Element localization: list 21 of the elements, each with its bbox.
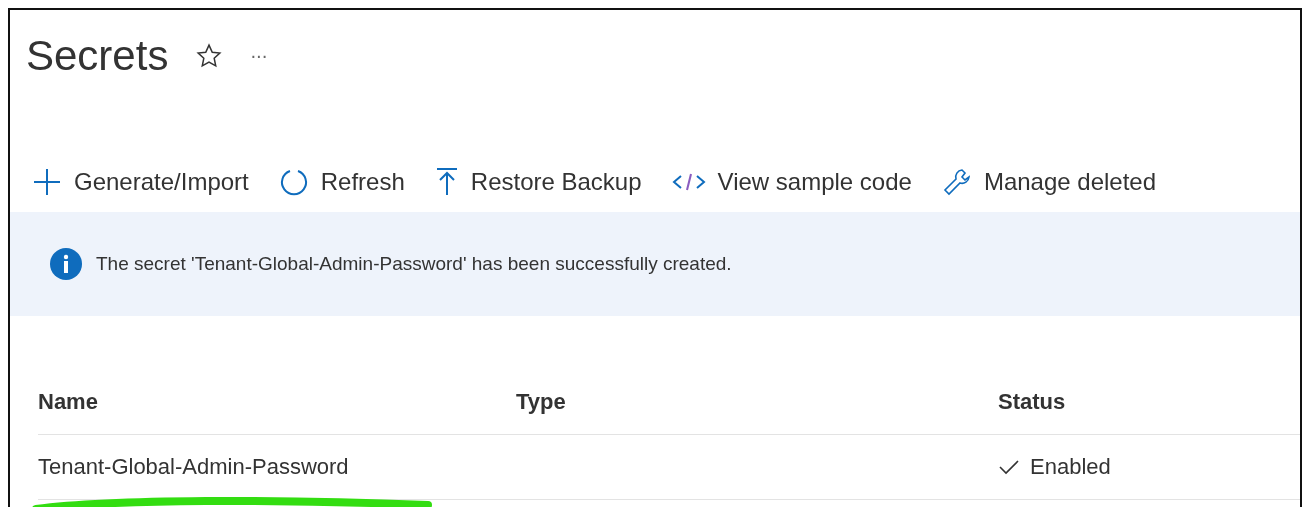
refresh-icon <box>278 167 309 197</box>
table-cell: Enabled <box>998 454 1300 480</box>
star-icon[interactable] <box>196 43 223 69</box>
upload-icon <box>434 167 459 197</box>
toolbar-button[interactable]: View sample code <box>671 168 912 196</box>
toolbar-button[interactable]: Refresh <box>278 167 405 197</box>
info-icon <box>50 248 82 280</box>
toolbar-button[interactable]: Generate/Import <box>32 167 249 197</box>
toolbar-button[interactable]: Manage deleted <box>941 167 1157 197</box>
column-header: Status <box>998 389 1067 415</box>
plus-icon <box>32 167 62 197</box>
table-cell[interactable]: Tenant-Global-Admin-Password <box>38 454 516 480</box>
wrench-icon <box>941 167 972 197</box>
column-header: Type <box>516 389 567 415</box>
banner-message: The secret 'Tenant-Global-Admin-Password' has been successfully created. <box>96 253 732 275</box>
toolbar-button[interactable]: Restore Backup <box>434 167 642 197</box>
more-button[interactable]: ··· <box>250 45 268 67</box>
check-icon <box>998 459 1020 475</box>
page-title: Secrets <box>26 32 169 80</box>
column-header: Name <box>38 389 99 415</box>
code-icon <box>671 171 706 193</box>
